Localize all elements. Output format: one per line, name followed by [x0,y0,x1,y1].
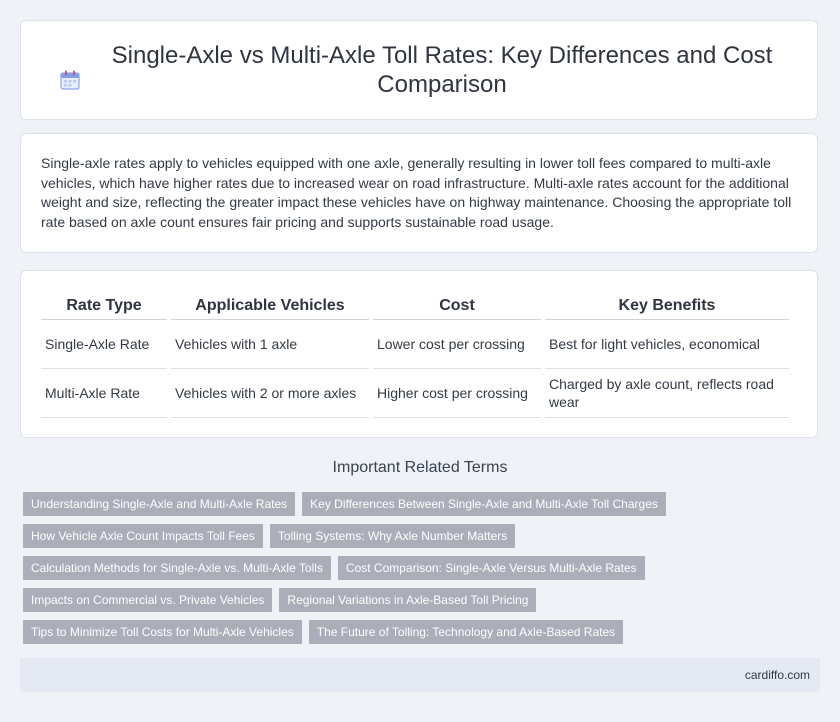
column-header-key-benefits: Key Benefits [545,291,789,320]
related-term-tag[interactable]: Cost Comparison: Single-Axle Versus Mult… [337,556,645,580]
related-term-tag[interactable]: How Vehicle Axle Count Impacts Toll Fees [23,524,263,548]
footer-brand-link[interactable]: cardiffo.com [745,668,810,682]
table-header-row: Rate Type Applicable Vehicles Cost Key B… [41,291,789,320]
related-term-tag[interactable]: Regional Variations in Axle-Based Toll P… [279,588,537,612]
table-cell: Lower cost per crossing [373,320,541,369]
table-cell: Vehicles with 1 axle [171,320,369,369]
related-terms-list: Understanding Single-Axle and Multi-Axle… [23,492,813,652]
related-terms-heading: Important Related Terms [332,459,508,476]
related-term-tag[interactable]: Tolling Systems: Why Axle Number Matters [269,524,516,548]
tag-row: How Vehicle Axle Count Impacts Toll Fees… [23,524,813,548]
table-row: Single-Axle Rate Vehicles with 1 axle Lo… [41,320,789,369]
column-header-rate-type: Rate Type [41,291,167,320]
tag-row: Impacts on Commercial vs. Private Vehicl… [23,588,813,612]
page-title: Single-Axle vs Multi-Axle Toll Rates: Ke… [111,42,773,98]
table-cell: Best for light vehicles, economical [545,320,789,369]
related-term-tag[interactable]: Calculation Methods for Single-Axle vs. … [23,556,331,580]
table-cell: Charged by axle count, reflects road wea… [545,369,789,418]
footer: cardiffo.com [20,658,820,692]
calendar-icon [60,70,80,90]
table-card: Rate Type Applicable Vehicles Cost Key B… [20,270,818,438]
related-term-tag[interactable]: Tips to Minimize Toll Costs for Multi-Ax… [23,620,302,644]
table-cell: Vehicles with 2 or more axles [171,369,369,418]
related-term-tag[interactable]: Key Differences Between Single-Axle and … [302,492,666,516]
column-header-applicable-vehicles: Applicable Vehicles [171,291,369,320]
table-cell: Single-Axle Rate [41,320,167,369]
intro-card: Single-axle rates apply to vehicles equi… [20,133,818,253]
tag-row: Calculation Methods for Single-Axle vs. … [23,556,813,580]
comparison-table: Rate Type Applicable Vehicles Cost Key B… [37,291,793,418]
tag-row: Understanding Single-Axle and Multi-Axle… [23,492,813,516]
table-row: Multi-Axle Rate Vehicles with 2 or more … [41,369,789,418]
title-wrap: Single-Axle vs Multi-Axle Toll Rates: Ke… [59,41,779,99]
related-term-tag[interactable]: Impacts on Commercial vs. Private Vehicl… [23,588,273,612]
title-card: Single-Axle vs Multi-Axle Toll Rates: Ke… [20,20,818,120]
tag-row: Tips to Minimize Toll Costs for Multi-Ax… [23,620,813,644]
table-cell: Higher cost per crossing [373,369,541,418]
intro-paragraph: Single-axle rates apply to vehicles equi… [41,155,792,230]
column-header-cost: Cost [373,291,541,320]
related-term-tag[interactable]: The Future of Tolling: Technology and Ax… [308,620,624,644]
related-term-tag[interactable]: Understanding Single-Axle and Multi-Axle… [23,492,296,516]
table-cell: Multi-Axle Rate [41,369,167,418]
